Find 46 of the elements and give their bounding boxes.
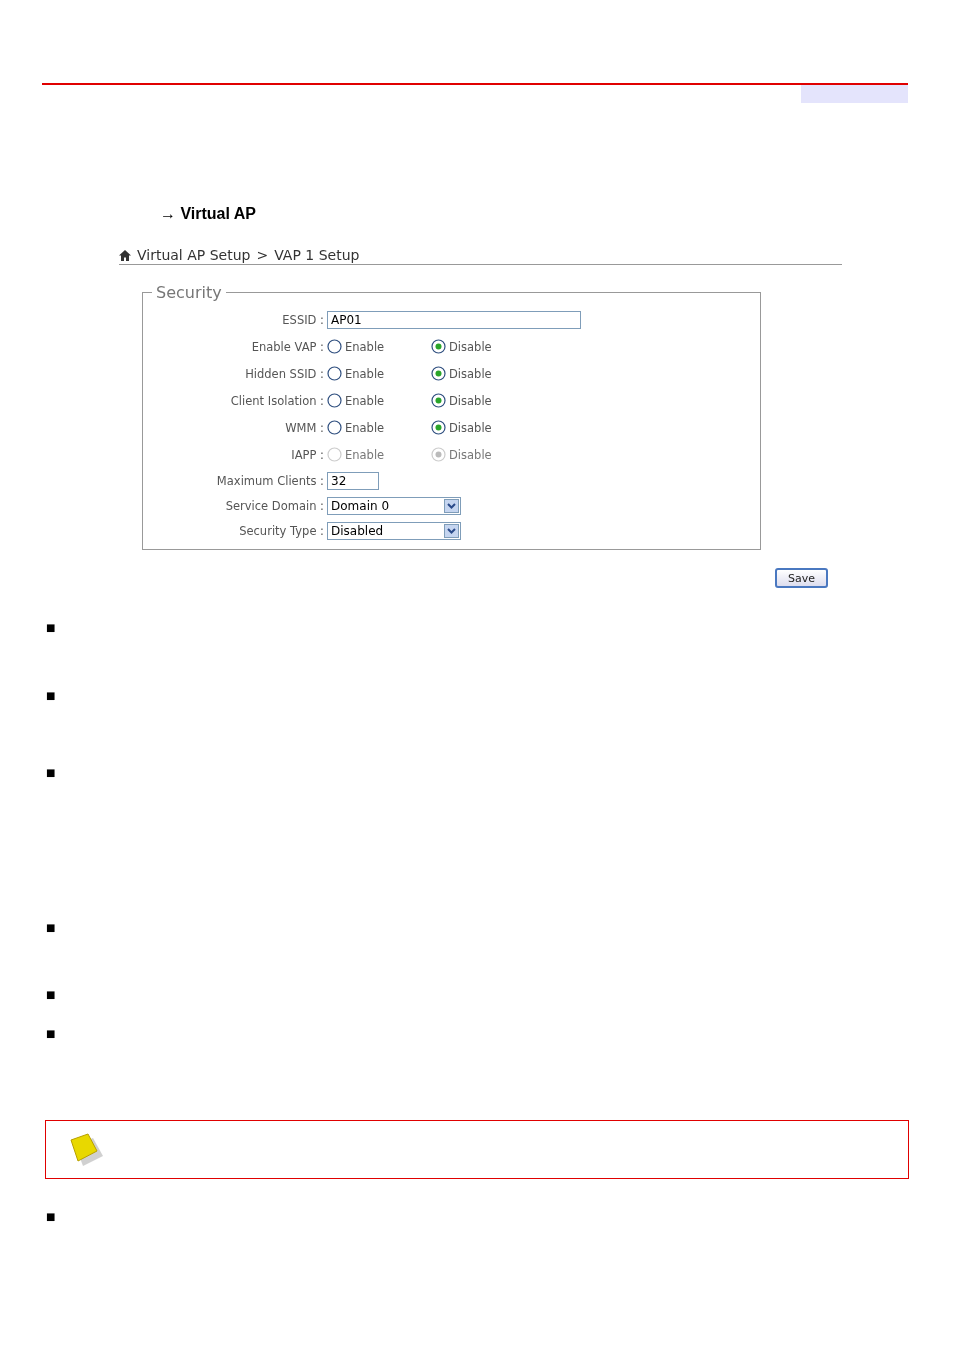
field-label: Client Isolation : [229, 393, 325, 408]
note-icon [68, 1131, 104, 1168]
radio-button[interactable] [431, 339, 446, 354]
bullet: ■ [46, 922, 56, 934]
home-icon [119, 249, 131, 261]
field-label: Hidden SSID : [244, 366, 325, 381]
field-label: Enable VAP : [250, 339, 325, 354]
radio-label: Enable [345, 339, 385, 354]
breadcrumb-current: VAP 1 Setup [274, 247, 360, 263]
number-field[interactable]: 32 [327, 471, 379, 490]
radio-button[interactable] [431, 393, 446, 408]
bullet: ■ [46, 690, 56, 702]
radio-label: Disable [449, 447, 492, 462]
bullet: ■ [46, 1028, 56, 1040]
breadcrumb-link[interactable]: Virtual AP Setup [137, 247, 251, 263]
dropdown[interactable]: Disabled [327, 521, 461, 540]
radio-label: Enable [345, 393, 385, 408]
radio-label: Enable [345, 420, 385, 435]
radio-button[interactable] [327, 393, 342, 408]
bullet: ■ [46, 1211, 56, 1223]
radio-button[interactable] [327, 339, 342, 354]
field-label: Security Type : [238, 523, 325, 538]
radio-button[interactable] [327, 366, 342, 381]
field-label: Maximum Clients : [215, 473, 325, 488]
radio-label: Disable [449, 339, 492, 354]
panel-legend: Security [152, 283, 226, 302]
essid-field[interactable]: AP01 [327, 310, 581, 329]
radio-label: Disable [449, 366, 492, 381]
field-label: Service Domain : [224, 498, 325, 513]
dropdown[interactable]: Domain 0 [327, 496, 461, 515]
radio-button[interactable] [431, 420, 446, 435]
radio-label: Disable [449, 420, 492, 435]
radio-label: Disable [449, 393, 492, 408]
radio-label: Enable [345, 366, 385, 381]
bullet: ■ [46, 767, 56, 779]
save-button[interactable]: Save [775, 568, 828, 588]
bullet: ■ [46, 622, 56, 634]
bullet: ■ [46, 989, 56, 1001]
field-label: ESSID : [281, 312, 325, 327]
radio-button[interactable] [431, 366, 446, 381]
radio-label: Enable [345, 447, 385, 462]
section-heading: → Virtual AP [160, 205, 257, 223]
field-label: IAPP : [290, 447, 325, 462]
radio-button[interactable] [327, 420, 342, 435]
breadcrumb-separator: > [256, 247, 269, 263]
field-label: WMM : [284, 420, 325, 435]
